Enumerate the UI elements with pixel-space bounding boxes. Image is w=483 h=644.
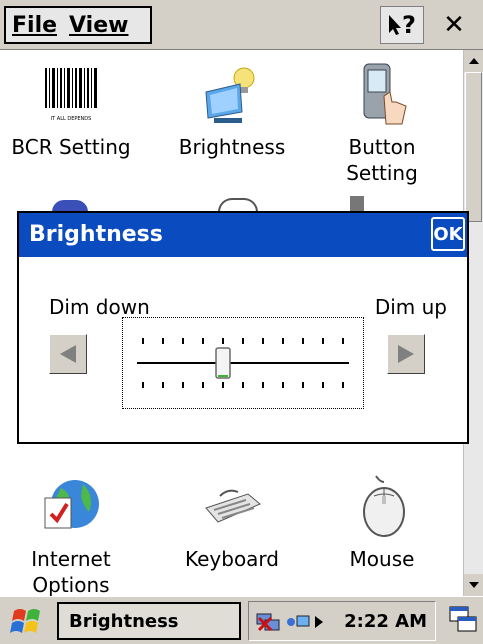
barcode-caption: IT ALL DEPENDS	[51, 116, 92, 122]
hidden-item-icon-2	[350, 196, 364, 212]
connection-icon[interactable]	[285, 612, 311, 632]
brightness-icon	[200, 62, 264, 126]
button-setting-icon	[350, 62, 414, 126]
bcr-setting-label: BCR Setting	[11, 135, 131, 159]
slider-thumb	[215, 347, 231, 379]
system-tray: 2:22 AM	[248, 601, 436, 641]
scroll-thumb[interactable]	[465, 72, 482, 222]
menu-group: File View	[4, 6, 152, 44]
bcr-setting-item[interactable]: IT ALL DEPENDS BCR Setting	[6, 62, 136, 160]
ok-button[interactable]: OK	[431, 217, 465, 251]
scroll-up-button[interactable]	[464, 50, 483, 72]
arrow-left-icon	[60, 345, 76, 363]
arrow-up-icon	[468, 58, 479, 64]
dialog-title-bar: Brightness OK	[19, 213, 467, 257]
mouse-icon	[350, 474, 414, 538]
dim-up-label: Dim up	[374, 295, 447, 319]
arrow-down-icon	[468, 582, 479, 588]
clock: 2:22 AM	[344, 611, 427, 632]
view-menu[interactable]: View	[69, 13, 128, 38]
file-menu[interactable]: File	[12, 13, 57, 38]
internet-options-icon	[39, 474, 103, 538]
help-button[interactable]: ?	[380, 6, 424, 44]
expand-tray-icon[interactable]	[315, 616, 323, 628]
mouse-item[interactable]: Mouse	[317, 474, 447, 572]
barcode-icon: IT ALL DEPENDS	[39, 62, 103, 126]
show-desktop-button[interactable]	[446, 603, 480, 639]
brightness-item[interactable]: Brightness	[167, 62, 297, 160]
keyboard-item[interactable]: Keyboard	[167, 474, 297, 572]
button-setting-label: Button Setting	[346, 135, 418, 185]
windows-logo-icon	[10, 609, 40, 633]
windows-stack-icon	[449, 606, 477, 632]
internet-options-label: Internet Options	[31, 547, 111, 596]
close-button[interactable]: ✕	[432, 6, 476, 44]
clock-icon	[218, 198, 258, 212]
dim-down-label: Dim down	[49, 295, 150, 319]
taskbar: Brightness 2:22 AM	[0, 596, 483, 644]
menu-bar: File View ? ✕	[0, 0, 483, 50]
internet-options-item[interactable]: Internet Options	[6, 474, 136, 596]
brightness-slider[interactable]	[123, 318, 363, 408]
dialog-title: Brightness	[29, 222, 163, 247]
brightness-dialog: Brightness OK Dim down Dim up	[17, 211, 469, 444]
keyboard-icon	[200, 474, 264, 538]
button-setting-item[interactable]: Button Setting	[317, 62, 447, 186]
cursor-arrow-icon	[389, 15, 402, 35]
network-disconnected-icon[interactable]	[255, 610, 283, 634]
mouse-label: Mouse	[349, 547, 415, 571]
dim-up-button[interactable]	[387, 334, 425, 374]
keyboard-label: Keyboard	[184, 547, 279, 571]
arrow-right-icon	[398, 345, 414, 363]
start-button[interactable]	[6, 603, 46, 639]
slider-thumb-handle[interactable]	[215, 347, 231, 379]
scroll-down-button[interactable]	[464, 574, 483, 596]
help-label: ?	[402, 11, 416, 39]
brightness-slider-focus	[122, 317, 364, 409]
brightness-task-button[interactable]: Brightness	[57, 602, 241, 640]
brightness-label: Brightness	[178, 135, 286, 159]
dim-down-button[interactable]	[49, 334, 87, 374]
